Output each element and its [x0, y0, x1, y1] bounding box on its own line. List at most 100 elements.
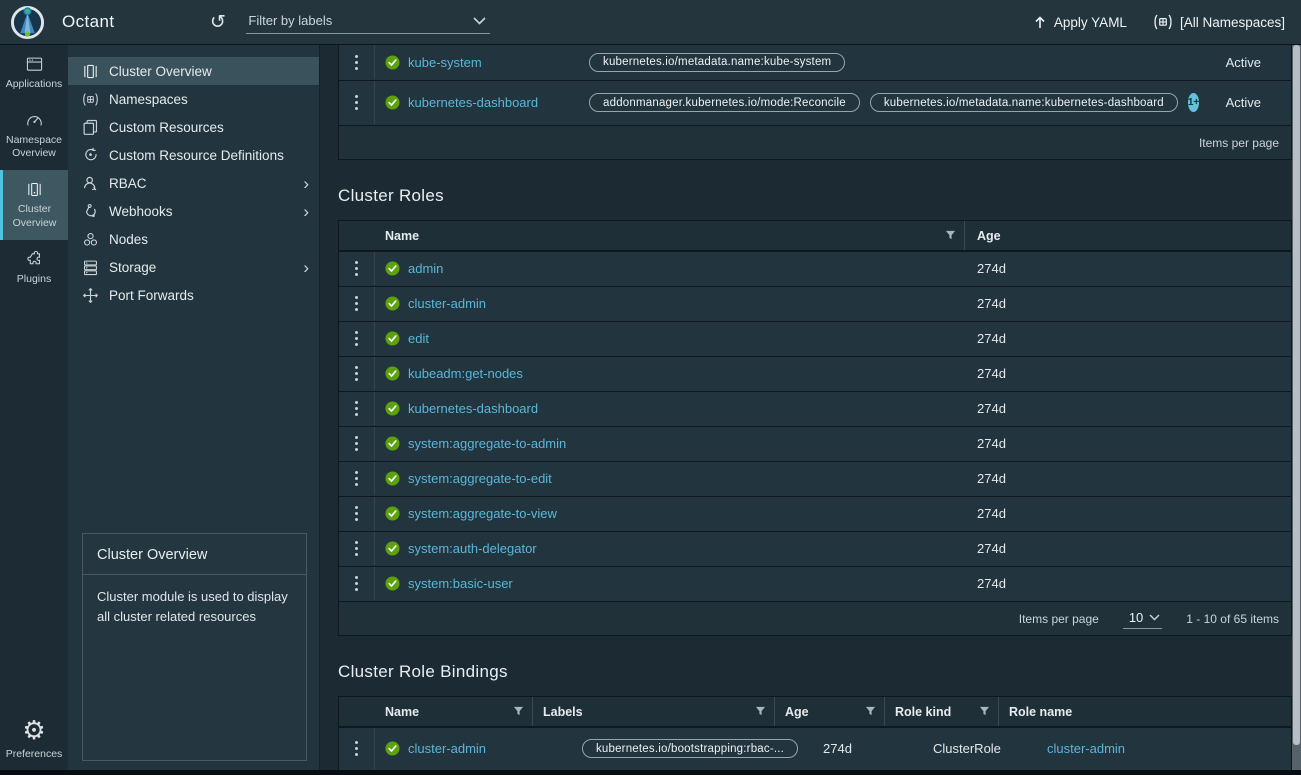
status-badge: Active [1226, 95, 1261, 110]
history-icon[interactable]: ↻ [210, 13, 226, 32]
filter-funnel-icon[interactable] [945, 230, 956, 241]
table-row[interactable]: edit 274d [339, 321, 1291, 356]
row-actions-kebab-icon[interactable] [339, 462, 375, 495]
cluster-overview-icon [26, 181, 43, 198]
section-title-cluster-roles: Cluster Roles [338, 186, 1292, 206]
row-actions-kebab-icon[interactable] [339, 728, 375, 769]
table-row[interactable]: system:auth-delegator 274d [339, 531, 1291, 566]
rail-item-plugins[interactable]: Plugins [0, 240, 68, 296]
row-actions-kebab-icon[interactable] [339, 532, 375, 565]
column-header: Role kind [895, 705, 951, 719]
chevron-down-icon [1149, 614, 1160, 621]
module-rail: Applications Namespace Overview Cluster … [0, 45, 68, 775]
row-actions-kebab-icon[interactable] [339, 322, 375, 355]
rail-item-cluster-overview[interactable]: Cluster Overview [0, 170, 68, 239]
row-actions-kebab-icon[interactable] [339, 567, 375, 600]
rail-item-preferences[interactable]: ⚙ Preferences [0, 706, 68, 775]
nav-item-rbac[interactable]: RBAC › [68, 169, 319, 197]
cluster-role-link[interactable]: cluster-admin [408, 296, 486, 311]
label-pill: kubernetes.io/metadata.name:kubernetes-d… [870, 93, 1178, 112]
table-row[interactable]: kubernetes-dashboard 274d [339, 391, 1291, 426]
age-value: 274d [965, 436, 1006, 451]
status-ok-icon [385, 366, 400, 381]
row-actions-kebab-icon[interactable] [339, 287, 375, 320]
cluster-role-link[interactable]: edit [408, 331, 429, 346]
nav-item-nodes[interactable]: Nodes [68, 225, 319, 253]
row-actions-kebab-icon[interactable] [339, 45, 375, 79]
cluster-role-link[interactable]: system:basic-user [408, 576, 513, 591]
chevron-right-icon[interactable]: › [303, 203, 309, 220]
age-value: 274d [965, 471, 1006, 486]
nav-item-namespaces[interactable]: Namespaces [68, 85, 319, 113]
section-title-cluster-role-bindings: Cluster Role Bindings [338, 662, 1292, 682]
cluster-role-binding-link[interactable]: cluster-admin [408, 741, 486, 756]
cluster-role-link[interactable]: admin [408, 261, 443, 276]
filter-placeholder: Filter by labels [248, 13, 332, 28]
namespaces-grid-icon [1153, 14, 1173, 30]
age-value: 274d [965, 576, 1006, 591]
status-ok-icon [385, 55, 400, 70]
nav-item-custom-resources[interactable]: Custom Resources [68, 113, 319, 141]
filter-by-labels-input[interactable]: Filter by labels [246, 10, 490, 34]
apply-yaml-button[interactable]: Apply YAML [1033, 15, 1127, 30]
cluster-role-link[interactable]: kubeadm:get-nodes [408, 366, 523, 381]
chevron-right-icon[interactable]: › [303, 175, 309, 192]
namespace-link[interactable]: kube-system [408, 55, 482, 70]
nav-item-cluster-overview[interactable]: Cluster Overview [68, 57, 319, 85]
pagination-range: 1 - 10 of 65 items [1186, 612, 1279, 626]
column-header: Role name [1009, 705, 1072, 719]
row-actions-kebab-icon[interactable] [339, 427, 375, 460]
cluster-role-link[interactable]: kubernetes-dashboard [408, 401, 538, 416]
filter-funnel-icon[interactable] [513, 706, 524, 717]
status-ok-icon [385, 741, 400, 756]
table-row[interactable]: system:aggregate-to-edit 274d [339, 461, 1291, 496]
age-value: 274d [965, 331, 1006, 346]
table-row[interactable]: kubernetes-dashboard addonmanager.kubern… [339, 80, 1291, 125]
rail-item-applications[interactable]: Applications [0, 45, 68, 101]
filter-funnel-icon[interactable] [865, 706, 876, 717]
row-actions-kebab-icon[interactable] [339, 81, 375, 124]
table-row[interactable]: system:aggregate-to-view 274d [339, 496, 1291, 531]
row-actions-kebab-icon[interactable] [339, 252, 375, 285]
status-ok-icon [385, 296, 400, 311]
nav-label: Custom Resources [109, 120, 224, 135]
filter-funnel-icon[interactable] [755, 706, 766, 717]
cluster-role-link[interactable]: system:auth-delegator [408, 541, 537, 556]
table-row[interactable]: system:aggregate-to-admin 274d [339, 426, 1291, 461]
table-header-row: Name Labels Age Role kind [339, 697, 1291, 727]
cluster-role-link[interactable]: system:aggregate-to-view [408, 506, 557, 521]
nav-item-custom-resource-definitions[interactable]: Custom Resource Definitions [68, 141, 319, 169]
row-actions-kebab-icon[interactable] [339, 357, 375, 390]
namespace-link[interactable]: kubernetes-dashboard [408, 95, 538, 110]
table-row[interactable]: cluster-admin kubernetes.io/bootstrappin… [339, 727, 1291, 770]
label-pill: kubernetes.io/bootstrapping:rbac-... [582, 739, 798, 758]
status-ok-icon [385, 331, 400, 346]
column-header: Name [385, 705, 419, 719]
scrollbar-thumb[interactable] [1293, 45, 1300, 745]
table-header-row: Name Age [339, 221, 1291, 251]
cluster-role-link[interactable]: system:aggregate-to-edit [408, 471, 552, 486]
rail-item-namespace-overview[interactable]: Namespace Overview [0, 101, 68, 170]
table-row[interactable]: kubeadm:get-nodes 274d [339, 356, 1291, 391]
row-actions-kebab-icon[interactable] [339, 497, 375, 530]
table-row[interactable]: system:basic-user 274d [339, 566, 1291, 601]
table-row[interactable]: cluster-admin 274d [339, 286, 1291, 321]
nav-item-port-forwards[interactable]: Port Forwards [68, 281, 319, 309]
page-size-select[interactable]: 10 [1123, 608, 1162, 629]
role-name-link[interactable]: cluster-admin [1047, 741, 1125, 756]
namespace-selector-button[interactable]: [All Namespaces] [1153, 14, 1285, 30]
cluster-role-link[interactable]: system:aggregate-to-admin [408, 436, 566, 451]
table-row[interactable]: admin 274d [339, 251, 1291, 286]
nav-item-storage[interactable]: Storage › [68, 253, 319, 281]
age-value: 274d [965, 541, 1006, 556]
filter-funnel-icon[interactable] [979, 706, 990, 717]
vertical-scrollbar[interactable] [1292, 45, 1301, 775]
chevron-right-icon[interactable]: › [303, 259, 309, 276]
age-value: 274d [965, 296, 1006, 311]
table-row[interactable]: kube-system kubernetes.io/metadata.name:… [339, 45, 1291, 80]
nav-label: Nodes [109, 232, 148, 247]
storage-icon [82, 259, 99, 276]
row-actions-kebab-icon[interactable] [339, 392, 375, 425]
status-ok-icon [385, 541, 400, 556]
nav-item-webhooks[interactable]: Webhooks › [68, 197, 319, 225]
